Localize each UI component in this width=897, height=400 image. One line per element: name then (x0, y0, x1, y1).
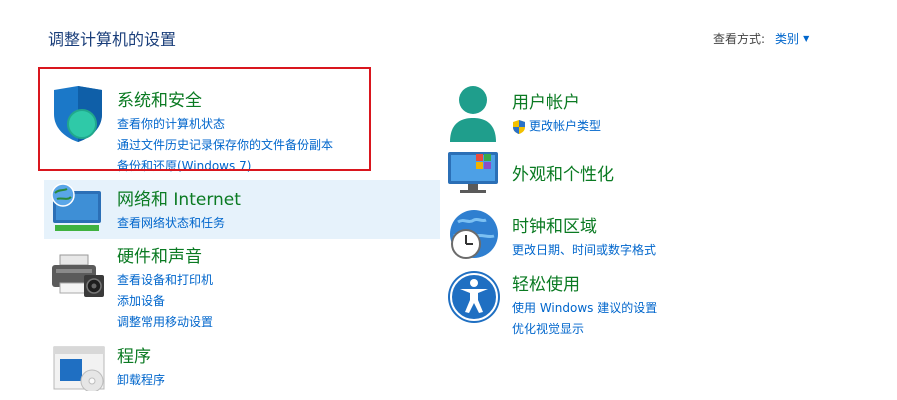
appearance-icon (446, 150, 502, 200)
clock-region-link-format[interactable]: 更改日期、时间或数字格式 (512, 240, 656, 261)
programs-title[interactable]: 程序 (117, 342, 165, 367)
accessibility-icon (446, 268, 502, 330)
view-by-label: 查看方式: (713, 32, 766, 46)
printer-icon (50, 253, 106, 303)
hardware-sound-link-add-device[interactable]: 添加设备 (117, 291, 213, 312)
clock-region-title[interactable]: 时钟和区域 (512, 212, 656, 237)
hardware-sound-link-devices[interactable]: 查看设备和打印机 (117, 270, 213, 291)
programs-link-uninstall[interactable]: 卸载程序 (117, 370, 165, 391)
network-icon (47, 183, 105, 239)
clock-globe-icon (446, 208, 502, 268)
highlight-box (38, 67, 371, 171)
category-network: 网络和 Internet 查看网络状态和任务 (117, 185, 241, 234)
user-accounts-title[interactable]: 用户帐户 (512, 88, 601, 113)
ease-of-access-title[interactable]: 轻松使用 (512, 270, 657, 295)
category-clock-region: 时钟和区域 更改日期、时间或数字格式 (512, 212, 656, 261)
network-title[interactable]: 网络和 Internet (117, 185, 241, 210)
network-link-status[interactable]: 查看网络状态和任务 (117, 213, 241, 234)
category-user-accounts: 用户帐户 更改帐户类型 (512, 88, 601, 137)
user-accounts-link-label: 更改帐户类型 (529, 119, 602, 133)
hardware-sound-link-mobility[interactable]: 调整常用移动设置 (117, 312, 213, 333)
view-by-value: 类别 (775, 32, 800, 46)
category-programs: 程序 卸载程序 (117, 342, 165, 391)
page-title: 调整计算机的设置 (48, 30, 177, 49)
view-by-dropdown[interactable]: 类别 ▼ (775, 30, 809, 47)
user-icon (448, 84, 498, 148)
appearance-title[interactable]: 外观和个性化 (512, 160, 614, 185)
category-ease-of-access: 轻松使用 使用 Windows 建议的设置 优化视觉显示 (512, 270, 657, 340)
category-appearance: 外观和个性化 (512, 160, 614, 188)
ease-of-access-link-visual[interactable]: 优化视觉显示 (512, 319, 657, 340)
hardware-sound-title[interactable]: 硬件和声音 (117, 242, 213, 267)
ease-of-access-link-recommended[interactable]: 使用 Windows 建议的设置 (512, 298, 657, 319)
programs-icon (52, 345, 106, 395)
category-hardware-sound: 硬件和声音 查看设备和打印机 添加设备 调整常用移动设置 (117, 242, 213, 333)
uac-shield-icon (513, 119, 525, 134)
user-accounts-link-change-type[interactable]: 更改帐户类型 (512, 116, 601, 137)
view-by: 查看方式: 类别 ▼ (713, 30, 809, 47)
chevron-down-icon: ▼ (803, 34, 810, 43)
